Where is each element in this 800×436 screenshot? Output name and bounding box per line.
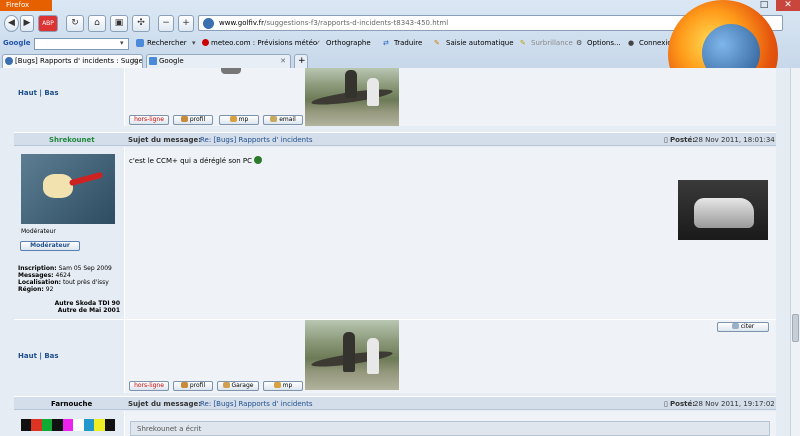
spellcheck-icon: ✓ [315, 39, 321, 47]
quote-button[interactable]: citer [717, 322, 769, 332]
quote-block: Shrekounet a écrit [130, 421, 770, 436]
fish-photo [305, 320, 399, 390]
posted-label: Posté: [670, 136, 695, 144]
chevron-down-icon[interactable]: ▾ [192, 39, 196, 47]
home-icon[interactable]: ⌂ [88, 15, 106, 32]
back-icon[interactable]: ◀ [4, 15, 19, 32]
google-search-icon [136, 39, 144, 47]
user-icon: ● [628, 39, 635, 47]
author-cars: Autre Skoda TDI 90 Autre de Mai 2001 [54, 300, 120, 314]
close-tab-icon[interactable]: ✕ [132, 57, 138, 65]
scrollbar-thumb[interactable] [792, 314, 799, 342]
subject-label: Sujet du message: [128, 400, 202, 408]
post-icon: ▯ [664, 400, 668, 408]
toolbar-item-surbrillance[interactable]: Surbrillance [531, 39, 573, 47]
wrench-icon: ⚙ [576, 39, 583, 47]
offline-status-button: hors-ligne [129, 381, 169, 391]
author-name[interactable]: Farnouche [51, 400, 92, 408]
profile-icon [180, 116, 188, 122]
author-avatar [21, 154, 115, 224]
post-sidebar: Haut | Bas [14, 68, 124, 126]
reload-icon[interactable]: ↻ [66, 15, 84, 32]
scrollbar[interactable] [790, 68, 800, 436]
toolbar-item-traduire[interactable]: Traduire [394, 39, 422, 47]
profile-icon [180, 382, 188, 388]
post-icon: ▯ [664, 136, 668, 144]
url-domain: www.golfiv.fr [219, 19, 265, 27]
pm-icon [273, 382, 281, 388]
subject-link[interactable]: Re: [Bugs] Rapports d' incidents [200, 400, 312, 408]
post-footer-left: Haut | Bas [14, 319, 124, 393]
subject-link[interactable]: Re: [Bugs] Rapports d' incidents [200, 136, 312, 144]
post-footer: citer hors-ligne profil Garage mp [124, 319, 776, 393]
post-text: c'est le CCM+ qui a déréglé son PC [129, 156, 263, 165]
author-name[interactable]: Shrekounet [49, 136, 95, 144]
author-info: Inscription: Sam 05 Sep 2009 Messages: 4… [18, 265, 112, 293]
site-favicon-icon [5, 57, 13, 65]
meteo-icon [202, 39, 209, 46]
smiley-icon [254, 156, 263, 164]
profile-button[interactable]: profil [173, 115, 213, 125]
garage-button[interactable]: Garage [217, 381, 259, 391]
close-tab-icon[interactable]: ✕ [280, 57, 286, 65]
autofill-icon: ✎ [434, 39, 440, 47]
tab-forum[interactable]: [Bugs] Rapports d' incidents : Sugges...… [2, 54, 143, 68]
tab-groups-icon[interactable]: ▣ [110, 15, 128, 32]
fish-photo [305, 68, 399, 126]
pm-button[interactable]: mp [219, 115, 259, 125]
profile-button[interactable]: profil [173, 381, 213, 391]
author-rank: Modérateur [21, 228, 56, 235]
search-button[interactable]: Rechercher [147, 39, 187, 47]
pm-icon [229, 116, 237, 122]
car-photo [678, 180, 768, 240]
subject-label: Sujet du message: [128, 136, 202, 144]
email-button[interactable]: email [263, 115, 303, 125]
post-body: hors-ligne profil mp email [124, 68, 776, 126]
highlight-icon: ✎ [520, 39, 526, 47]
top-bottom-links[interactable]: Haut | Bas [18, 89, 59, 97]
email-icon [270, 116, 278, 122]
toolbar-item-saisie[interactable]: Saisie automatique [446, 39, 514, 47]
toolbar-item-orthographe[interactable]: Orthographe [326, 39, 371, 47]
post-header: Shrekounet Sujet du message: Re: [Bugs] … [14, 132, 776, 146]
toolbar-item-meteo[interactable]: meteo.com : Prévisions météo [211, 39, 317, 47]
tab-google[interactable]: Google ✕ [146, 54, 291, 68]
author-avatar [21, 419, 115, 431]
quote-author: Shrekounet a écrit [137, 425, 202, 433]
settings-icon[interactable]: ✣ [132, 15, 150, 32]
scroll-marker [221, 68, 241, 74]
garage-icon [222, 382, 230, 388]
top-bottom-links[interactable]: Haut | Bas [18, 352, 59, 360]
chevron-down-icon[interactable]: ▾ [120, 39, 124, 47]
forum-page: Haut | Bas hors-ligne profil mp email Sh… [0, 68, 790, 436]
new-tab-button[interactable]: + [294, 54, 308, 68]
moderator-badge: Modérateur [20, 241, 80, 251]
google-toolbar-logo: Google [3, 39, 31, 47]
google-favicon-icon [149, 57, 157, 65]
zoom-out-icon[interactable]: − [158, 15, 174, 32]
posted-label: Posté: [670, 400, 695, 408]
tab-title: Google [159, 57, 184, 65]
forward-icon[interactable]: ▶ [20, 15, 34, 32]
toolbar-item-options[interactable]: Options... [587, 39, 621, 47]
zoom-in-icon[interactable]: + [178, 15, 194, 32]
url-path: /suggestions-f3/rapports-d-incidents-t83… [264, 19, 449, 27]
posted-date: 28 Nov 2011, 18:01:34 [694, 136, 775, 144]
quote-icon [731, 323, 739, 329]
offline-status-button: hors-ligne [129, 115, 169, 125]
site-favicon-icon [203, 18, 214, 29]
translate-icon: ⇄ [383, 39, 389, 47]
adblock-icon[interactable]: ABP [38, 15, 58, 32]
post-header: Farnouche Sujet du message: Re: [Bugs] R… [14, 396, 776, 410]
posted-date: 28 Nov 2011, 19:17:02 [694, 400, 775, 408]
tab-title: [Bugs] Rapports d' incidents : Sugges... [15, 57, 143, 65]
google-search-input[interactable] [34, 38, 129, 50]
pm-button[interactable]: mp [263, 381, 303, 391]
firefox-menu-button[interactable]: Firefox [0, 0, 52, 11]
close-icon[interactable]: ✕ [776, 0, 800, 11]
maximize-icon[interactable]: □ [752, 0, 776, 11]
